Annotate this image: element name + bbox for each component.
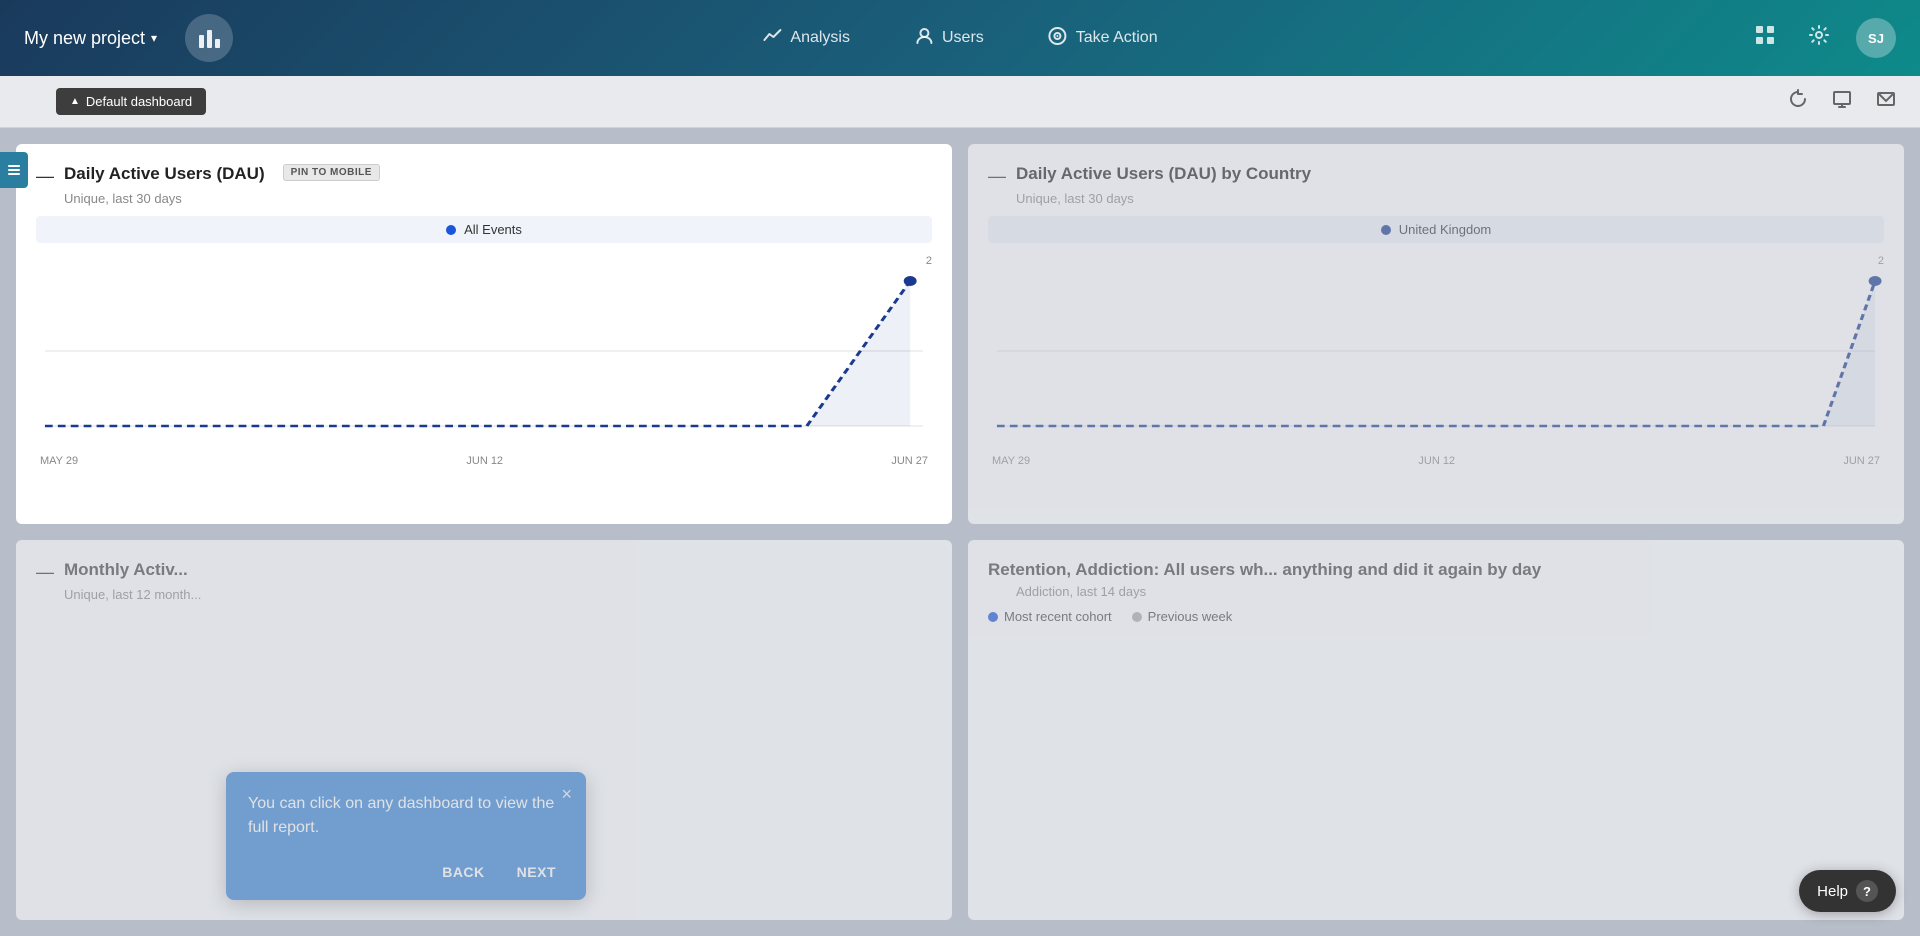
display-icon[interactable] (1828, 85, 1856, 118)
dashboard-label: Default dashboard (86, 94, 192, 109)
chart-mau-dash: — (36, 562, 54, 583)
legend-dot-country-icon (1381, 225, 1391, 235)
axis-label-jun12: JUN 12 (466, 455, 503, 467)
chart-dau-svg (32, 251, 936, 451)
chart-y-label: 2 (926, 255, 932, 267)
legend-country-label: United Kingdom (1399, 222, 1492, 237)
legend-prev-week-label: Previous week (1148, 609, 1233, 624)
chart-country-axis: MAY 29 JUN 12 JUN 27 (988, 455, 1884, 467)
nav-analysis-label: Analysis (790, 29, 850, 47)
axis-label-may29-r: MAY 29 (992, 455, 1030, 467)
nav-item-take-action[interactable]: Take Action (1036, 18, 1170, 59)
chart-dau-header: — Daily Active Users (DAU) PIN TO MOBILE (36, 164, 932, 187)
legend-dot-icon (446, 225, 456, 235)
pin-to-mobile-button[interactable]: PIN TO MOBILE (283, 164, 380, 181)
users-icon (914, 26, 934, 51)
chart-country-y-label: 2 (1878, 255, 1884, 267)
header: My new project ▾ Analysis (0, 0, 1920, 76)
close-icon: × (561, 784, 572, 804)
chart-dau-country-area: 2 (984, 251, 1888, 451)
help-label: Help (1817, 883, 1848, 900)
sub-header: ▲ Default dashboard (0, 76, 1920, 128)
header-right: SJ (1748, 18, 1896, 58)
legend-most-recent-label: Most recent cohort (1004, 609, 1112, 624)
chart-retention-subtitle: Addiction, last 14 days (1016, 584, 1884, 599)
legend-label: All Events (464, 222, 522, 237)
legend-most-recent-icon (988, 612, 998, 622)
chart-retention-header: Retention, Addiction: All users wh... an… (988, 560, 1884, 580)
chart-dau-legend: All Events (36, 216, 932, 243)
help-button[interactable]: Help ? (1799, 870, 1896, 912)
chart-dau-country-subtitle: Unique, last 30 days (1016, 191, 1884, 206)
project-name-label: My new project (24, 28, 145, 49)
main-nav: Analysis Users Take Action (750, 18, 1169, 59)
tooltip-actions: BACK NEXT (248, 860, 564, 884)
chart-mau-subtitle: Unique, last 12 month... (64, 587, 932, 602)
project-chevron-icon: ▾ (151, 31, 157, 45)
nav-item-analysis[interactable]: Analysis (750, 18, 862, 59)
nav-take-action-label: Take Action (1076, 29, 1158, 47)
chart-dau-dash: — (36, 166, 54, 187)
chart-dau-country-header: — Daily Active Users (DAU) by Country (988, 164, 1884, 187)
analysis-icon (762, 26, 782, 51)
chart-retention-title: Retention, Addiction: All users wh... an… (988, 560, 1541, 580)
tooltip-back-button[interactable]: BACK (434, 860, 492, 884)
tooltip-popup: × You can click on any dashboard to view… (226, 772, 586, 900)
chart-dau-area: 2 (32, 251, 936, 451)
legend-prev-week-icon (1132, 612, 1142, 622)
axis-label-may29: MAY 29 (40, 455, 78, 467)
axis-label-jun27-r: JUN 27 (1843, 455, 1880, 467)
dashboard-icon: ▲ (70, 96, 80, 107)
chart-retention[interactable]: Retention, Addiction: All users wh... an… (968, 540, 1904, 920)
tooltip-message: You can click on any dashboard to view t… (248, 792, 564, 840)
chart-dau-axis: MAY 29 JUN 12 JUN 27 (36, 455, 932, 467)
help-question-mark: ? (1863, 884, 1871, 899)
chart-dau-country-title: Daily Active Users (DAU) by Country (1016, 164, 1311, 184)
chart-dau-country-legend: United Kingdom (988, 216, 1884, 243)
chart-mau-header: — Monthly Activ... (36, 560, 932, 583)
nav-users-label: Users (942, 29, 984, 47)
app-logo-icon[interactable] (185, 14, 233, 62)
chart-mau[interactable]: — Monthly Activ... Unique, last 12 month… (16, 540, 952, 920)
refresh-icon[interactable] (1784, 85, 1812, 118)
avatar[interactable]: SJ (1856, 18, 1896, 58)
header-left: My new project ▾ (24, 14, 233, 62)
tooltip-next-button[interactable]: NEXT (509, 860, 564, 884)
project-name[interactable]: My new project ▾ (24, 28, 157, 49)
mail-icon[interactable] (1872, 85, 1900, 118)
chart-country-svg (984, 251, 1888, 451)
settings-icon[interactable] (1802, 18, 1836, 58)
chart-mau-title: Monthly Activ... (64, 560, 188, 580)
axis-label-jun12-r: JUN 12 (1418, 455, 1455, 467)
dashboard-badge[interactable]: ▲ Default dashboard (56, 88, 206, 115)
grid-icon[interactable] (1748, 18, 1782, 58)
sidebar-toggle[interactable] (0, 152, 28, 188)
axis-label-jun27: JUN 27 (891, 455, 928, 467)
nav-item-users[interactable]: Users (902, 18, 996, 59)
chart-dau-title: Daily Active Users (DAU) (64, 164, 265, 184)
avatar-initials: SJ (1868, 31, 1884, 46)
retention-legend: Most recent cohort Previous week (988, 609, 1884, 624)
chart-dau-country[interactable]: — Daily Active Users (DAU) by Country Un… (968, 144, 1904, 524)
chart-dau[interactable]: — Daily Active Users (DAU) PIN TO MOBILE… (16, 144, 952, 524)
chart-dau-subtitle: Unique, last 30 days (64, 191, 932, 206)
chart-dau-country-dash: — (988, 166, 1006, 187)
main-content: — Daily Active Users (DAU) PIN TO MOBILE… (0, 128, 1920, 936)
take-action-icon (1048, 26, 1068, 51)
tooltip-close-button[interactable]: × (561, 784, 572, 805)
sub-header-actions (1784, 85, 1900, 118)
help-icon: ? (1856, 880, 1878, 902)
